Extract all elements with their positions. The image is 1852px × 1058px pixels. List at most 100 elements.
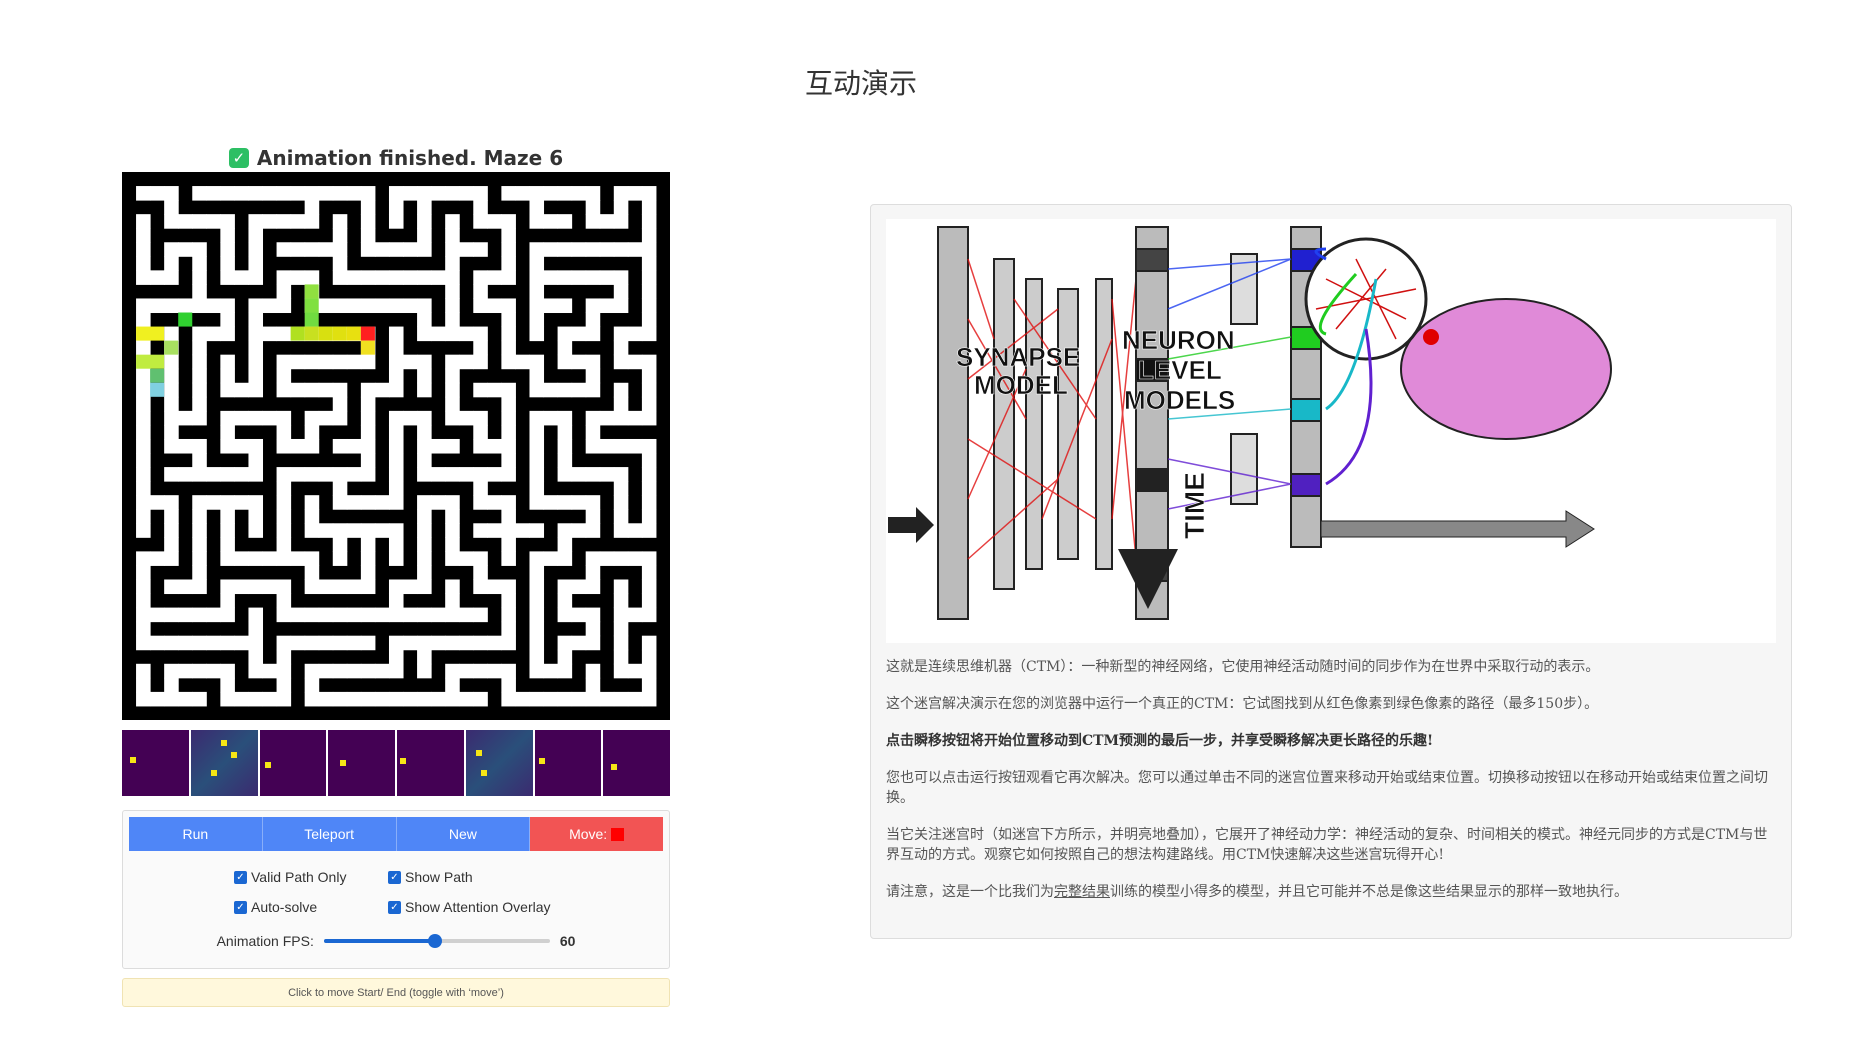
maze-cell[interactable] bbox=[150, 551, 165, 566]
maze-cell[interactable] bbox=[641, 509, 657, 524]
maze-cell[interactable] bbox=[192, 340, 207, 356]
maze-cell[interactable] bbox=[557, 495, 573, 510]
maze-cell[interactable] bbox=[487, 579, 502, 595]
maze-cell[interactable] bbox=[627, 438, 643, 454]
maze-cell[interactable] bbox=[388, 340, 404, 356]
maze-cell[interactable] bbox=[192, 382, 207, 398]
maze-cell[interactable] bbox=[501, 438, 516, 454]
maze-cell[interactable] bbox=[318, 467, 334, 482]
maze-cell[interactable] bbox=[276, 607, 292, 623]
maze-cell[interactable] bbox=[501, 523, 516, 538]
maze-cell[interactable] bbox=[220, 354, 235, 370]
maze-cell[interactable] bbox=[543, 551, 559, 566]
maze-cell[interactable] bbox=[529, 270, 545, 285]
maze-cell[interactable] bbox=[234, 270, 249, 285]
maze-cell[interactable] bbox=[417, 214, 432, 229]
maze-cell[interactable] bbox=[473, 579, 488, 595]
maze-cell[interactable] bbox=[304, 691, 320, 707]
maze-cell[interactable] bbox=[192, 663, 207, 679]
maze-cell[interactable] bbox=[403, 298, 418, 314]
maze-cell[interactable] bbox=[220, 438, 235, 454]
maze-cell[interactable] bbox=[431, 635, 446, 651]
maze-cell[interactable] bbox=[234, 467, 249, 482]
maze-cell[interactable] bbox=[192, 256, 207, 271]
maze-cell[interactable] bbox=[501, 495, 516, 510]
maze-cell[interactable] bbox=[445, 312, 460, 328]
maze-cell[interactable] bbox=[403, 186, 418, 201]
maze-cell[interactable] bbox=[627, 523, 643, 538]
maze-cell[interactable] bbox=[529, 410, 545, 426]
maze-cell[interactable] bbox=[613, 340, 629, 356]
maze-cell[interactable] bbox=[641, 677, 657, 693]
maze-cell[interactable] bbox=[164, 200, 179, 215]
maze-cell[interactable] bbox=[360, 424, 376, 440]
maze-cell[interactable] bbox=[332, 382, 348, 398]
maze-cell[interactable] bbox=[473, 326, 488, 342]
maze-cell[interactable] bbox=[417, 565, 432, 580]
maze-cell[interactable] bbox=[445, 256, 460, 271]
maze-cell[interactable] bbox=[220, 242, 235, 257]
maze-cell[interactable] bbox=[374, 607, 390, 623]
maze-cell[interactable] bbox=[164, 242, 179, 257]
maze-cell[interactable] bbox=[403, 410, 418, 426]
auto-solve-option[interactable]: ✓ Auto-solve bbox=[234, 899, 374, 915]
maze-cell[interactable] bbox=[164, 635, 179, 651]
maze-cell[interactable] bbox=[557, 270, 573, 285]
maze-cell[interactable] bbox=[641, 593, 657, 609]
full-results-link[interactable]: 完整结果 bbox=[1054, 884, 1110, 900]
maze-cell[interactable] bbox=[304, 579, 320, 595]
maze-cell[interactable] bbox=[136, 593, 151, 609]
maze-cell[interactable] bbox=[641, 649, 657, 665]
maze-cell[interactable] bbox=[613, 509, 629, 524]
maze-cell[interactable] bbox=[459, 691, 474, 707]
maze-cell[interactable] bbox=[360, 663, 376, 679]
maze-cell[interactable] bbox=[571, 270, 587, 285]
maze-cell[interactable] bbox=[360, 228, 376, 243]
maze-cell[interactable] bbox=[262, 410, 278, 426]
maze-cell[interactable] bbox=[501, 326, 516, 342]
maze-cell[interactable] bbox=[136, 495, 151, 510]
maze-cell[interactable] bbox=[136, 214, 151, 229]
maze-cell[interactable] bbox=[431, 326, 446, 342]
maze-cell[interactable] bbox=[332, 438, 348, 454]
maze-cell[interactable] bbox=[220, 537, 235, 552]
maze-cell[interactable] bbox=[501, 635, 516, 651]
maze-cell[interactable] bbox=[360, 214, 376, 229]
maze-cell[interactable] bbox=[290, 438, 306, 454]
maze-cell[interactable] bbox=[641, 438, 657, 454]
maze-cell[interactable] bbox=[164, 467, 179, 482]
maze-cell[interactable] bbox=[417, 326, 432, 342]
maze-cell[interactable] bbox=[332, 354, 348, 370]
maze-cell[interactable] bbox=[557, 326, 573, 342]
maze-cell[interactable] bbox=[445, 368, 460, 384]
maze-cell[interactable] bbox=[346, 523, 362, 538]
maze-cell[interactable] bbox=[529, 326, 545, 342]
maze-cell[interactable] bbox=[417, 509, 432, 524]
maze-cell[interactable] bbox=[473, 284, 488, 299]
maze-cell[interactable] bbox=[234, 495, 249, 510]
maze-cell[interactable] bbox=[220, 663, 235, 679]
maze-cell[interactable] bbox=[262, 298, 278, 314]
teleport-button[interactable]: Teleport bbox=[262, 817, 397, 851]
maze-cell[interactable] bbox=[473, 551, 488, 566]
maze-cell[interactable] bbox=[276, 481, 292, 496]
maze-cell[interactable] bbox=[248, 607, 264, 623]
maze-cell[interactable] bbox=[276, 298, 292, 314]
maze-cell[interactable] bbox=[164, 256, 179, 271]
maze-cell[interactable] bbox=[613, 663, 629, 679]
maze-cell[interactable] bbox=[641, 256, 657, 271]
maze-cell[interactable] bbox=[585, 509, 601, 524]
maze-cell[interactable] bbox=[192, 214, 207, 229]
maze-cell[interactable] bbox=[150, 495, 165, 510]
maze-cell[interactable] bbox=[613, 186, 629, 201]
maze-cell[interactable] bbox=[304, 663, 320, 679]
maze-cell[interactable] bbox=[136, 424, 151, 440]
maze-cell[interactable] bbox=[515, 691, 530, 707]
maze-cell[interactable] bbox=[178, 298, 193, 314]
maze-cell[interactable] bbox=[501, 467, 516, 482]
maze-cell[interactable] bbox=[613, 214, 629, 229]
maze-cell[interactable] bbox=[262, 579, 278, 595]
maze-cell[interactable] bbox=[613, 270, 629, 285]
maze-cell[interactable] bbox=[332, 691, 348, 707]
maze-cell[interactable] bbox=[248, 354, 264, 370]
